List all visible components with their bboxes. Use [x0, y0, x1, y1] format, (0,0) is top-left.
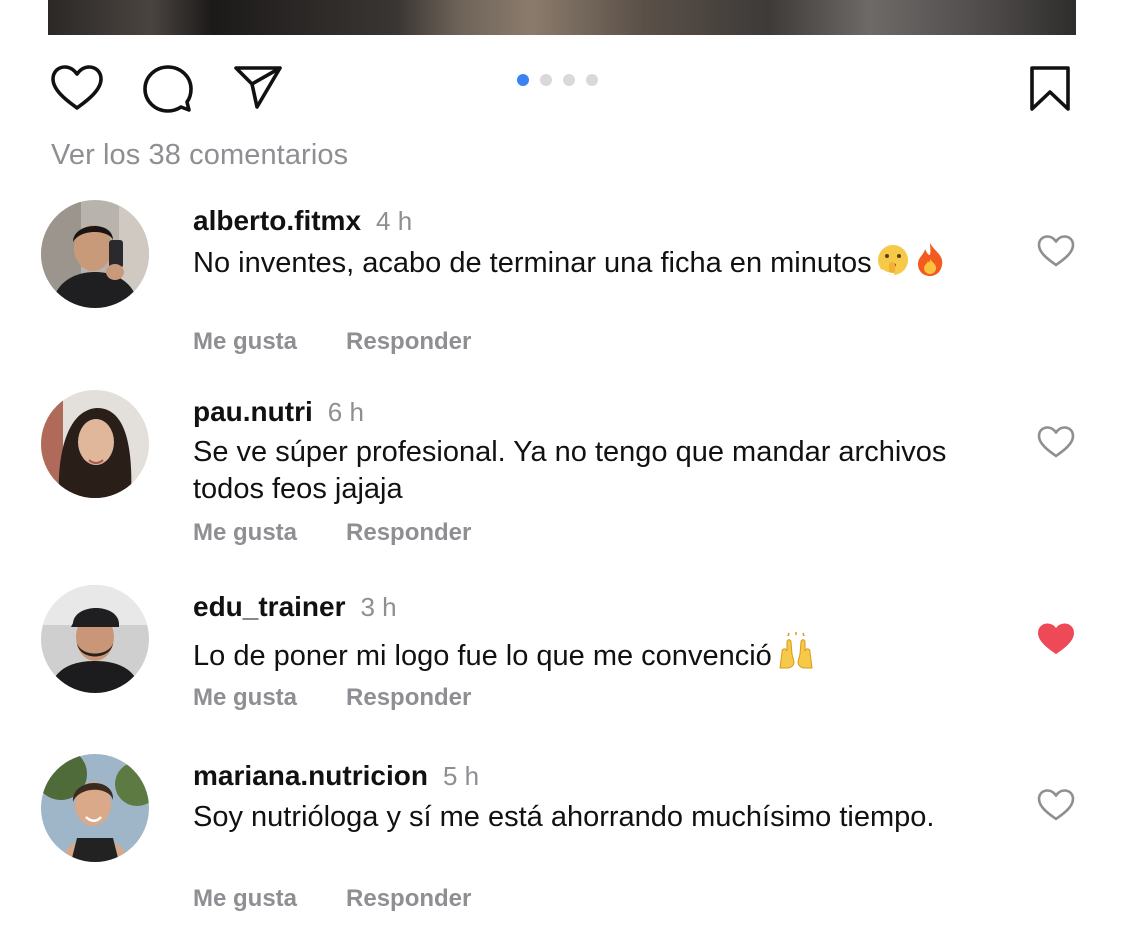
comment-like-button[interactable]: Me gusta [193, 885, 297, 913]
comment-username[interactable]: mariana.nutricion [193, 760, 428, 792]
comment-username[interactable]: pau.nutri [193, 396, 313, 428]
heart-filled-icon[interactable] [1037, 622, 1075, 656]
avatar[interactable] [41, 754, 149, 862]
avatar[interactable] [41, 390, 149, 498]
comment-text: Soy nutrióloga y sí me está ahorrando mu… [193, 801, 935, 833]
view-all-comments-link[interactable]: Ver los 38 comentarios [51, 139, 348, 172]
carousel-indicator [517, 73, 598, 87]
avatar[interactable] [41, 585, 149, 693]
carousel-dot [563, 74, 575, 86]
comment-username[interactable]: alberto.fitmx [193, 205, 361, 237]
comment-like-button[interactable]: Me gusta [193, 519, 297, 547]
heart-outline-icon[interactable] [1037, 788, 1075, 822]
comment-bubble-icon[interactable] [143, 64, 193, 114]
comment-timestamp: 3 h [360, 592, 397, 622]
comment-text: No inventes, acabo de terminar una ficha… [193, 247, 872, 279]
carousel-dot-active [517, 74, 529, 86]
post-action-bar [0, 52, 1122, 124]
paper-plane-icon[interactable] [233, 64, 283, 110]
comment-text-block: No inventes, acabo de terminar una ficha… [193, 241, 983, 287]
comment-timestamp: 6 h [327, 397, 364, 427]
comment-text-block: Lo de poner mi logo fue lo que me conven… [193, 632, 983, 680]
heart-outline-icon[interactable] [50, 64, 104, 112]
avatar[interactable] [41, 200, 149, 308]
comment-username[interactable]: edu_trainer [193, 591, 346, 623]
comment-text: Lo de poner mi logo fue lo que me conven… [193, 640, 772, 672]
comment-timestamp: 4 h [376, 206, 413, 236]
bookmark-icon[interactable] [1029, 65, 1071, 113]
fire-emoji [914, 241, 946, 287]
comment-like-button[interactable]: Me gusta [193, 684, 297, 712]
comment-like-button[interactable]: Me gusta [193, 328, 297, 356]
post-image[interactable] [48, 0, 1076, 35]
comment-reply-button[interactable]: Responder [346, 519, 471, 547]
comment-reply-button[interactable]: Responder [346, 684, 471, 712]
shushing-face-emoji [876, 243, 910, 287]
comment-timestamp: 5 h [442, 761, 480, 791]
comment-reply-button[interactable]: Responder [346, 885, 471, 913]
carousel-dot [540, 74, 552, 86]
heart-outline-icon[interactable] [1037, 234, 1075, 268]
comment-text: Se ve súper profesional. Ya no tengo que… [193, 436, 947, 505]
carousel-dot [586, 74, 598, 86]
comment-reply-button[interactable]: Responder [346, 328, 471, 356]
raising-hands-emoji [776, 632, 816, 680]
heart-outline-icon[interactable] [1037, 425, 1075, 459]
